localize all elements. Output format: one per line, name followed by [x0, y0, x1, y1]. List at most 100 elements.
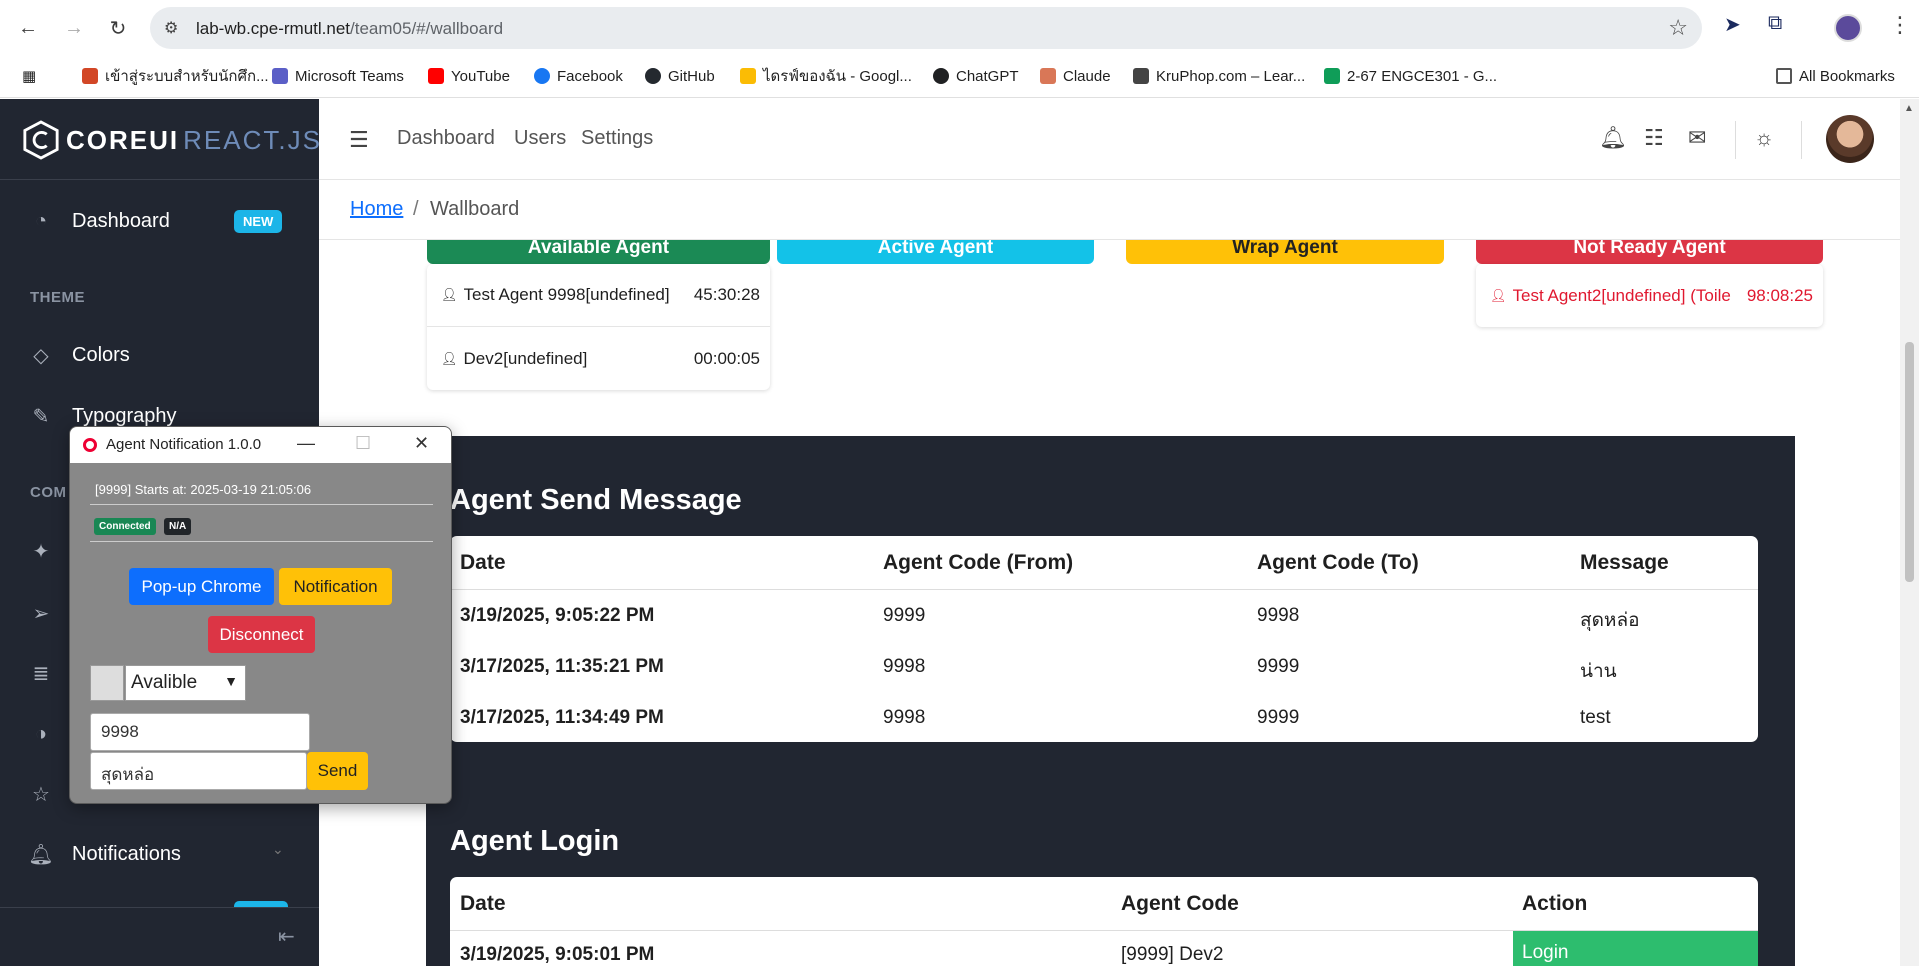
bookmarks-bar: ▦ เข้าสู่ระบบสำหรับนักศึก... Microsoft T…: [0, 56, 1919, 98]
cursor-extension-icon[interactable]: ➤: [1724, 12, 1741, 37]
menu-toggle-icon[interactable]: ☰: [349, 127, 369, 153]
table-cell: สุดหล่อ: [1580, 610, 1640, 631]
section-title-messages: Agent Send Message: [450, 484, 742, 516]
disconnect-button[interactable]: Disconnect: [208, 616, 315, 653]
recipient-input[interactable]: 9998: [90, 713, 310, 751]
bookmark-7[interactable]: Claude: [1040, 65, 1111, 87]
apps-icon[interactable]: ▦: [22, 65, 36, 87]
notready-agent-list: 👤︎ Test Agent2[undefined] (Toile 98:08:2…: [1476, 264, 1823, 327]
all-bookmarks[interactable]: All Bookmarks: [1776, 65, 1895, 87]
sidebar-item-label: Notifications: [72, 842, 181, 865]
profile-icon[interactable]: [1834, 14, 1862, 42]
brand[interactable]: COREUI REACT.JS: [22, 119, 322, 161]
sidebar-item-label: Colors: [72, 343, 130, 366]
sidebar-item-notifications[interactable]: 🔔︎ Notifications: [28, 836, 181, 872]
window-titlebar[interactable]: Agent Notification 1.0.0 — ☐ ✕: [70, 427, 451, 463]
close-icon[interactable]: ✕: [414, 433, 429, 454]
agent-time: 45:30:28: [693, 285, 760, 304]
status-select[interactable]: Avalible ▼: [125, 665, 246, 701]
list-item: 👤︎ Dev2[undefined] 00:00:05: [427, 327, 770, 390]
bookmark-0[interactable]: เข้าสู่ระบบสำหรับนักศึก...: [82, 65, 269, 87]
message-input[interactable]: สุดหล่อ: [90, 752, 307, 790]
available-agent-list: 👤︎ Test Agent 9998[undefined] 45:30:28 👤…: [427, 264, 770, 390]
sidebar-item-buttons[interactable]: ➢: [28, 595, 72, 631]
brand-name: COREUI: [66, 124, 180, 155]
all-bookmarks-label: All Bookmarks: [1799, 67, 1895, 85]
address-bar[interactable]: ⚙ lab-wb.cpe-rmutl.net/team05/#/wallboar…: [150, 7, 1702, 49]
youtube-icon: [428, 68, 444, 84]
reload-icon[interactable]: ↻: [104, 14, 132, 42]
bookmark-6[interactable]: ChatGPT: [933, 65, 1019, 87]
notification-button[interactable]: Notification: [279, 568, 392, 605]
envelope-icon[interactable]: ✉: [1688, 125, 1706, 151]
google-drive-icon: [740, 68, 756, 84]
bookmark-9[interactable]: 2-67 ENGCE301 - G...: [1324, 65, 1497, 87]
scroll-up-icon[interactable]: ▲: [1904, 103, 1914, 114]
minimize-icon[interactable]: —: [297, 433, 315, 454]
sidebar-item-charts[interactable]: ◑: [28, 716, 72, 752]
site-info-icon[interactable]: ⚙: [164, 18, 178, 38]
bookmark-8[interactable]: KruPhop.com – Lear...: [1133, 65, 1305, 87]
sidebar-item-colors[interactable]: ◇ Colors: [28, 337, 130, 373]
sun-icon[interactable]: ☼: [1754, 125, 1774, 151]
bookmark-1[interactable]: Microsoft Teams: [272, 65, 404, 87]
table-cell: น่าน: [1580, 661, 1617, 682]
maximize-icon[interactable]: ☐: [355, 433, 371, 454]
bookmark-4[interactable]: GitHub: [645, 65, 715, 87]
sidebar-item-forms[interactable]: ≣: [28, 655, 72, 691]
table-cell: [9999] Dev2: [1121, 944, 1224, 965]
session-start-text: [9999] Starts at: 2025-03-19 21:05:06: [95, 482, 312, 497]
bell-icon[interactable]: 🔔︎: [1599, 125, 1627, 151]
browser-toolbar: ← → ↻ ⚙ lab-wb.cpe-rmutl.net/team05/#/wa…: [0, 0, 1919, 56]
bookmark-label: Microsoft Teams: [295, 67, 404, 85]
bookmark-3[interactable]: Facebook: [534, 65, 623, 87]
avatar[interactable]: [1826, 115, 1874, 163]
popup-chrome-button[interactable]: Pop-up Chrome: [129, 568, 274, 605]
header-nav-dashboard[interactable]: Dashboard: [397, 127, 495, 150]
scroll-thumb[interactable]: [1905, 342, 1914, 582]
breadcrumb-home[interactable]: Home: [350, 198, 403, 221]
sidebar-item-base[interactable]: ✦: [28, 533, 72, 569]
sidebar-item-label: Typography: [72, 404, 177, 427]
star-icon: ☆: [32, 783, 50, 806]
window-body: [9999] Starts at: 2025-03-19 21:05:06 Co…: [70, 463, 451, 803]
agent-time: 98:08:25: [1746, 285, 1813, 305]
page-scrollbar[interactable]: ▲: [1900, 99, 1919, 966]
speedometer-icon: ◔: [34, 209, 48, 232]
login-action-button[interactable]: Login: [1513, 931, 1758, 966]
chevron-down-icon[interactable]: ⌄: [272, 841, 284, 858]
coreui-logo-icon: [23, 120, 59, 160]
bookmark-label: GitHub: [668, 67, 715, 85]
list-icon[interactable]: ☷: [1644, 125, 1664, 151]
header-nav-settings[interactable]: Settings: [581, 127, 653, 150]
teams-icon: [272, 68, 288, 84]
table-cell: 3/17/2025, 11:34:49 PM: [460, 707, 664, 728]
header: ☰ Dashboard Users Settings 🔔︎ ☷ ✉ ☼: [319, 99, 1900, 180]
bookmark-5[interactable]: ไดรฟ์ของฉัน - Googl...: [740, 65, 912, 87]
messages-table: Date Agent Code (From) Agent Code (To) M…: [450, 536, 1758, 742]
table-cell: 3/17/2025, 11:35:21 PM: [460, 656, 664, 677]
send-button[interactable]: Send: [307, 752, 368, 790]
sidebar-toggle-icon[interactable]: ⇤: [278, 924, 295, 949]
header-nav-users[interactable]: Users: [514, 127, 566, 150]
pencil-icon: ✎: [32, 405, 50, 428]
sidebar-footer: ⇤: [0, 907, 319, 966]
sidebar-title-components: COM: [30, 484, 67, 501]
extensions-icon[interactable]: ⧉: [1768, 12, 1782, 35]
back-icon[interactable]: ←: [14, 14, 42, 42]
divider: [90, 504, 433, 505]
breadcrumb-separator: /: [413, 198, 419, 220]
menu-icon[interactable]: ⋮: [1889, 12, 1911, 38]
agent-notification-window: Agent Notification 1.0.0 — ☐ ✕ [9999] St…: [69, 426, 452, 804]
bookmark-2[interactable]: YouTube: [428, 65, 510, 87]
sidebar-title-theme: THEME: [30, 289, 85, 306]
bookmark-star-icon[interactable]: ☆: [1668, 15, 1688, 41]
table-cell: 9998: [883, 656, 926, 677]
notes-icon: ≣: [32, 662, 50, 685]
bookmark-label: ไดรฟ์ของฉัน - Googl...: [763, 68, 912, 85]
forward-icon[interactable]: →: [60, 14, 88, 42]
sidebar-item-icons[interactable]: ☆: [28, 776, 72, 812]
na-badge: N/A: [164, 518, 192, 535]
sidebar-item-dashboard[interactable]: ◔ Dashboard: [28, 203, 170, 239]
chevron-down-icon: ▼: [224, 673, 238, 689]
